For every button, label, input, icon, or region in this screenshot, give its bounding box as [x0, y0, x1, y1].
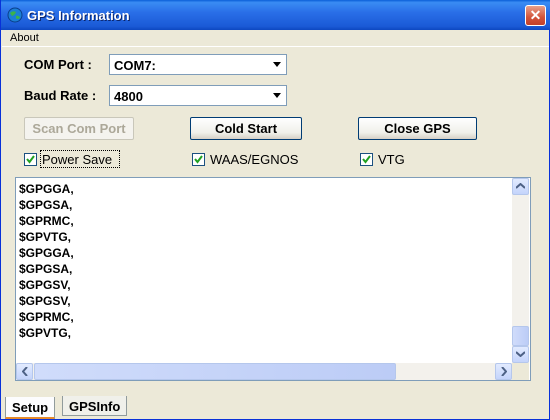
globe-icon — [7, 7, 23, 23]
chevron-down-icon[interactable] — [269, 56, 285, 73]
horizontal-scroll-thumb[interactable] — [34, 363, 396, 380]
log-line: $GPVTG, — [19, 230, 72, 244]
waas-egnos-checkbox[interactable] — [192, 153, 205, 166]
chevron-down-icon[interactable] — [269, 87, 285, 104]
log-line: $GPGSA, — [19, 198, 73, 212]
close-icon: ✕ — [529, 7, 542, 23]
cold-start-button[interactable]: Cold Start — [190, 117, 302, 140]
checkmark-icon — [194, 155, 203, 164]
chevron-down-icon — [516, 351, 525, 357]
log-line: $GPGGA, — [19, 246, 74, 260]
checkmark-icon — [362, 155, 371, 164]
chevron-left-icon — [22, 367, 28, 376]
baud-rate-value: 4800 — [114, 89, 143, 104]
nmea-log[interactable]: $GPGGA, $GPGSA, $GPRMC, $GPVTG, $GPGGA, … — [15, 177, 531, 381]
chevron-right-icon — [501, 367, 507, 376]
vtg-checkbox[interactable] — [360, 153, 373, 166]
baud-rate-select[interactable]: 4800 — [109, 85, 287, 106]
gps-window: GPS Information ✕ About COM Port : COM7:… — [0, 0, 550, 420]
waas-egnos-label[interactable]: WAAS/EGNOS — [210, 152, 298, 167]
power-save-checkbox[interactable] — [24, 153, 37, 166]
com-port-select[interactable]: COM7: — [109, 54, 287, 75]
window-title: GPS Information — [27, 8, 130, 23]
scroll-corner — [512, 363, 529, 380]
power-save-label[interactable]: Power Save — [42, 152, 112, 167]
menu-bar: About — [2, 30, 549, 47]
log-line: $GPGSA, — [19, 262, 73, 276]
log-line: $GPGSV, — [19, 294, 71, 308]
tab-gpsinfo[interactable]: GPSInfo — [62, 396, 128, 416]
scroll-right-button[interactable] — [495, 363, 512, 380]
log-line: $GPRMC, — [19, 310, 74, 324]
title-bar[interactable]: GPS Information ✕ — [1, 0, 550, 30]
baud-rate-label: Baud Rate : — [24, 88, 97, 103]
vertical-scroll-thumb[interactable] — [512, 326, 529, 346]
scroll-down-button[interactable] — [512, 346, 529, 363]
com-port-value: COM7: — [114, 58, 156, 73]
log-line: $GPVTG, — [19, 326, 72, 340]
log-line: $GPGGA, — [19, 182, 74, 196]
log-line: $GPRMC, — [19, 214, 74, 228]
log-line: $GPGSV, — [19, 278, 71, 292]
scroll-up-button[interactable] — [512, 178, 529, 195]
tab-setup[interactable]: Setup — [5, 397, 56, 419]
scroll-left-button[interactable] — [16, 363, 33, 380]
close-window-button[interactable]: ✕ — [525, 5, 546, 26]
checkmark-icon — [26, 155, 35, 164]
vertical-scrollbar[interactable] — [512, 178, 529, 363]
horizontal-scrollbar[interactable] — [16, 363, 512, 380]
menu-about[interactable]: About — [10, 32, 39, 44]
scan-com-port-button[interactable]: Scan Com Port — [24, 117, 134, 140]
vtg-label[interactable]: VTG — [378, 152, 405, 167]
log-lines: $GPGGA, $GPGSA, $GPRMC, $GPVTG, $GPGGA, … — [19, 181, 74, 341]
chevron-up-icon — [516, 183, 525, 189]
com-port-label: COM Port : — [24, 57, 92, 72]
close-gps-button[interactable]: Close GPS — [358, 117, 477, 140]
